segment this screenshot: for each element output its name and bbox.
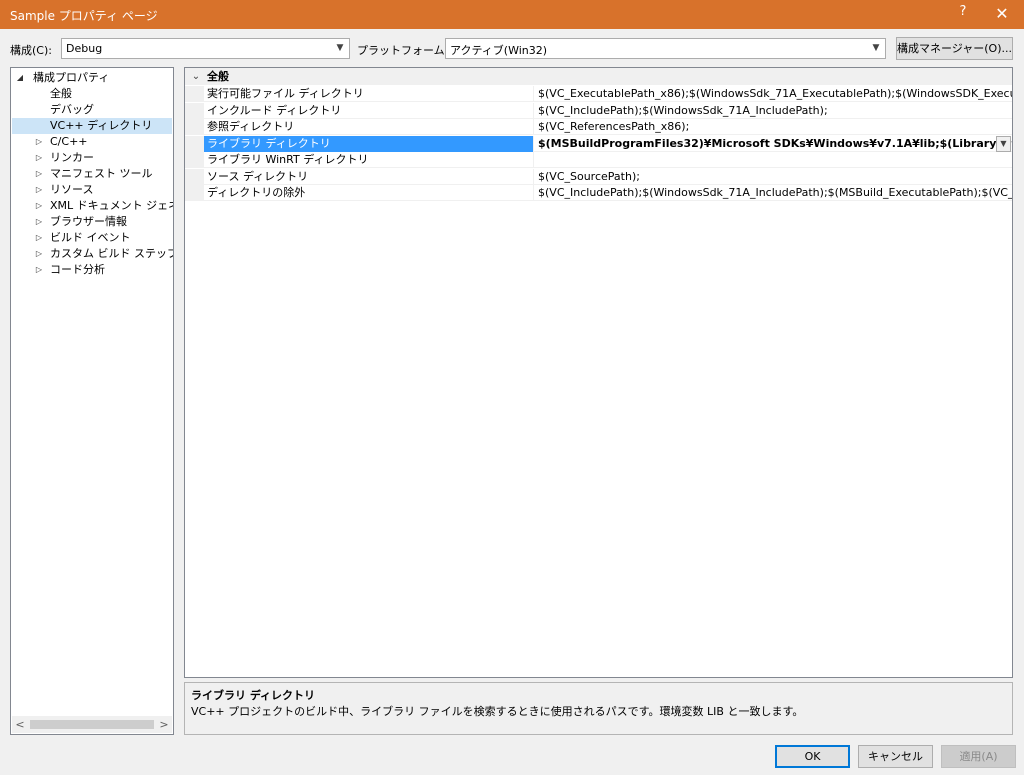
property-name[interactable]: ソース ディレクトリ — [204, 168, 534, 185]
chevron-down-icon[interactable]: ▼ — [996, 135, 1011, 152]
category-label: 全般 — [207, 70, 229, 83]
property-row[interactable]: ライブラリ ディレクトリ $(MSBuildProgramFiles32)¥Mic… — [185, 135, 1012, 152]
property-row[interactable]: 実行可能ファイル ディレクトリ $(VC_ExecutablePath_x86);… — [185, 86, 1012, 102]
cancel-button[interactable]: キャンセル — [858, 745, 933, 768]
apply-button[interactable]: 適用(A) — [941, 745, 1016, 768]
row-gutter — [185, 168, 204, 185]
property-name[interactable]: ライブラリ WinRT ディレクトリ — [204, 152, 534, 168]
property-value[interactable]: $(VC_IncludePath);$(WindowsSdk_71A_Inclu… — [535, 103, 1012, 119]
category-row[interactable]: ⌄ 全般 — [185, 68, 1012, 85]
row-gutter — [185, 86, 204, 102]
tree-item[interactable]: ▷ カスタム ビルド ステップ — [12, 246, 174, 262]
tree-item-label: カスタム ビルド ステップ — [50, 247, 174, 260]
tree-item[interactable]: ▷ C/C++ — [12, 134, 172, 150]
row-gutter — [185, 135, 204, 152]
row-gutter — [185, 185, 204, 201]
property-row[interactable]: ソース ディレクトリ $(VC_SourcePath); — [185, 168, 1012, 185]
tree-item-label: マニフェスト ツール — [50, 167, 153, 180]
tree-item-label: 全般 — [50, 87, 72, 100]
property-value[interactable]: $(VC_SourcePath); — [535, 169, 1012, 185]
property-row[interactable]: ディレクトリの除外 $(VC_IncludePath);$(WindowsSdk_… — [185, 185, 1012, 201]
collapsed-arrow-icon[interactable]: ▷ — [34, 150, 44, 166]
scroll-thumb[interactable] — [30, 720, 154, 729]
ok-button[interactable]: OK — [775, 745, 850, 768]
tree-item-label: C/C++ — [50, 135, 88, 148]
close-button[interactable]: ✕ — [986, 3, 1018, 25]
collapsed-arrow-icon[interactable]: ▷ — [34, 134, 44, 150]
property-value[interactable] — [535, 152, 1012, 168]
tree-item[interactable]: ▷ コード分析 — [12, 262, 172, 278]
tree-item[interactable]: 全般 — [12, 86, 172, 102]
property-grid[interactable]: ⌄ 全般 実行可能ファイル ディレクトリ $(VC_ExecutablePath_… — [184, 67, 1013, 678]
collapsed-arrow-icon[interactable]: ▷ — [34, 262, 44, 278]
platform-dropdown[interactable]: アクティブ(Win32) ▼ — [445, 38, 886, 59]
description-title: ライブラリ ディレクトリ — [191, 689, 316, 702]
expanded-arrow-icon[interactable]: ◢ — [15, 70, 25, 86]
help-button[interactable]: ? — [950, 4, 976, 24]
collapsed-arrow-icon[interactable]: ▷ — [34, 246, 44, 262]
property-row[interactable]: ライブラリ WinRT ディレクトリ — [185, 152, 1012, 168]
description-panel: ライブラリ ディレクトリ VC++ プロジェクトのビルド中、ライブラリ ファイル… — [184, 682, 1013, 735]
config-value: Debug — [66, 42, 103, 55]
tree-item[interactable]: ▷ リソース — [12, 182, 172, 198]
tree-item-label: リソース — [50, 183, 94, 196]
property-name[interactable]: インクルード ディレクトリ — [204, 102, 534, 119]
tree-item[interactable]: ▷ ブラウザー情報 — [12, 214, 172, 230]
platform-value: アクティブ(Win32) — [450, 44, 548, 57]
tree-item-label: ブラウザー情報 — [50, 215, 127, 228]
scroll-right-icon[interactable]: > — [156, 716, 172, 733]
tree-item[interactable]: デバッグ — [12, 102, 172, 118]
tree-item-label: リンカー — [50, 151, 94, 164]
property-value[interactable]: $(VC_ExecutablePath_x86);$(WindowsSdk_71… — [535, 86, 1012, 102]
chevron-down-icon: ▼ — [336, 43, 344, 53]
title-bar[interactable]: Sample プロパティ ページ ? ✕ — [0, 0, 1024, 29]
tree-item[interactable]: ▷ ビルド イベント — [12, 230, 172, 246]
row-gutter — [185, 119, 204, 135]
tree-item-label: ビルド イベント — [50, 231, 131, 244]
tree-item[interactable]: ▷ XML ドキュメント ジェネレーター — [12, 198, 173, 214]
tree-item-label: VC++ ディレクトリ — [50, 119, 153, 132]
tree-item-label: XML ドキュメント ジェネレーター — [50, 199, 173, 212]
collapsed-arrow-icon[interactable]: ▷ — [34, 230, 44, 246]
property-name[interactable]: 参照ディレクトリ — [204, 119, 534, 135]
chevron-down-icon[interactable]: ⌄ — [190, 68, 202, 85]
property-row[interactable]: 参照ディレクトリ $(VC_ReferencesPath_x86); — [185, 119, 1012, 135]
scroll-left-icon[interactable]: < — [12, 716, 28, 733]
property-row[interactable]: インクルード ディレクトリ $(VC_IncludePath);$(Windows… — [185, 102, 1012, 119]
collapsed-arrow-icon[interactable]: ▷ — [34, 214, 44, 230]
tree-item-label: 構成プロパティ — [33, 71, 110, 84]
property-name[interactable]: ディレクトリの除外 — [204, 185, 534, 201]
collapsed-arrow-icon[interactable]: ▷ — [34, 182, 44, 198]
config-manager-button[interactable]: 構成マネージャー(O)... — [896, 37, 1013, 60]
collapsed-arrow-icon[interactable]: ▷ — [34, 166, 44, 182]
chevron-down-icon: ▼ — [872, 43, 880, 53]
tree-item[interactable]: VC++ ディレクトリ — [12, 118, 172, 134]
property-value[interactable]: $(VC_IncludePath);$(WindowsSdk_71A_Inclu… — [535, 185, 1012, 201]
tree-item-label: デバッグ — [50, 103, 94, 116]
property-name[interactable]: ライブラリ ディレクトリ — [204, 135, 534, 152]
property-tree[interactable]: ◢ 構成プロパティ 全般デバッグ VC++ ディレクトリ ▷ C/C++ ▷ リンカー ▷ マ… — [10, 67, 174, 735]
row-gutter — [185, 152, 204, 168]
window-title: Sample プロパティ ページ — [10, 9, 158, 23]
property-name[interactable]: 実行可能ファイル ディレクトリ — [204, 86, 534, 102]
tree-item[interactable]: ▷ リンカー — [12, 150, 172, 166]
description-text: VC++ プロジェクトのビルド中、ライブラリ ファイルを検索するときに使用される… — [191, 705, 804, 718]
tree-item[interactable]: ▷ マニフェスト ツール — [12, 166, 172, 182]
property-value[interactable]: $(VC_ReferencesPath_x86); — [535, 119, 1012, 135]
tree-horizontal-scrollbar[interactable]: < > — [12, 716, 172, 733]
tree-item-label: コード分析 — [50, 263, 105, 276]
config-label: 構成(C): — [10, 44, 52, 57]
row-gutter — [185, 102, 204, 119]
property-value[interactable]: $(MSBuildProgramFiles32)¥Microsoft SDKs¥… — [535, 136, 1012, 152]
config-dropdown[interactable]: Debug ▼ — [61, 38, 350, 59]
collapsed-arrow-icon[interactable]: ▷ — [34, 198, 44, 214]
